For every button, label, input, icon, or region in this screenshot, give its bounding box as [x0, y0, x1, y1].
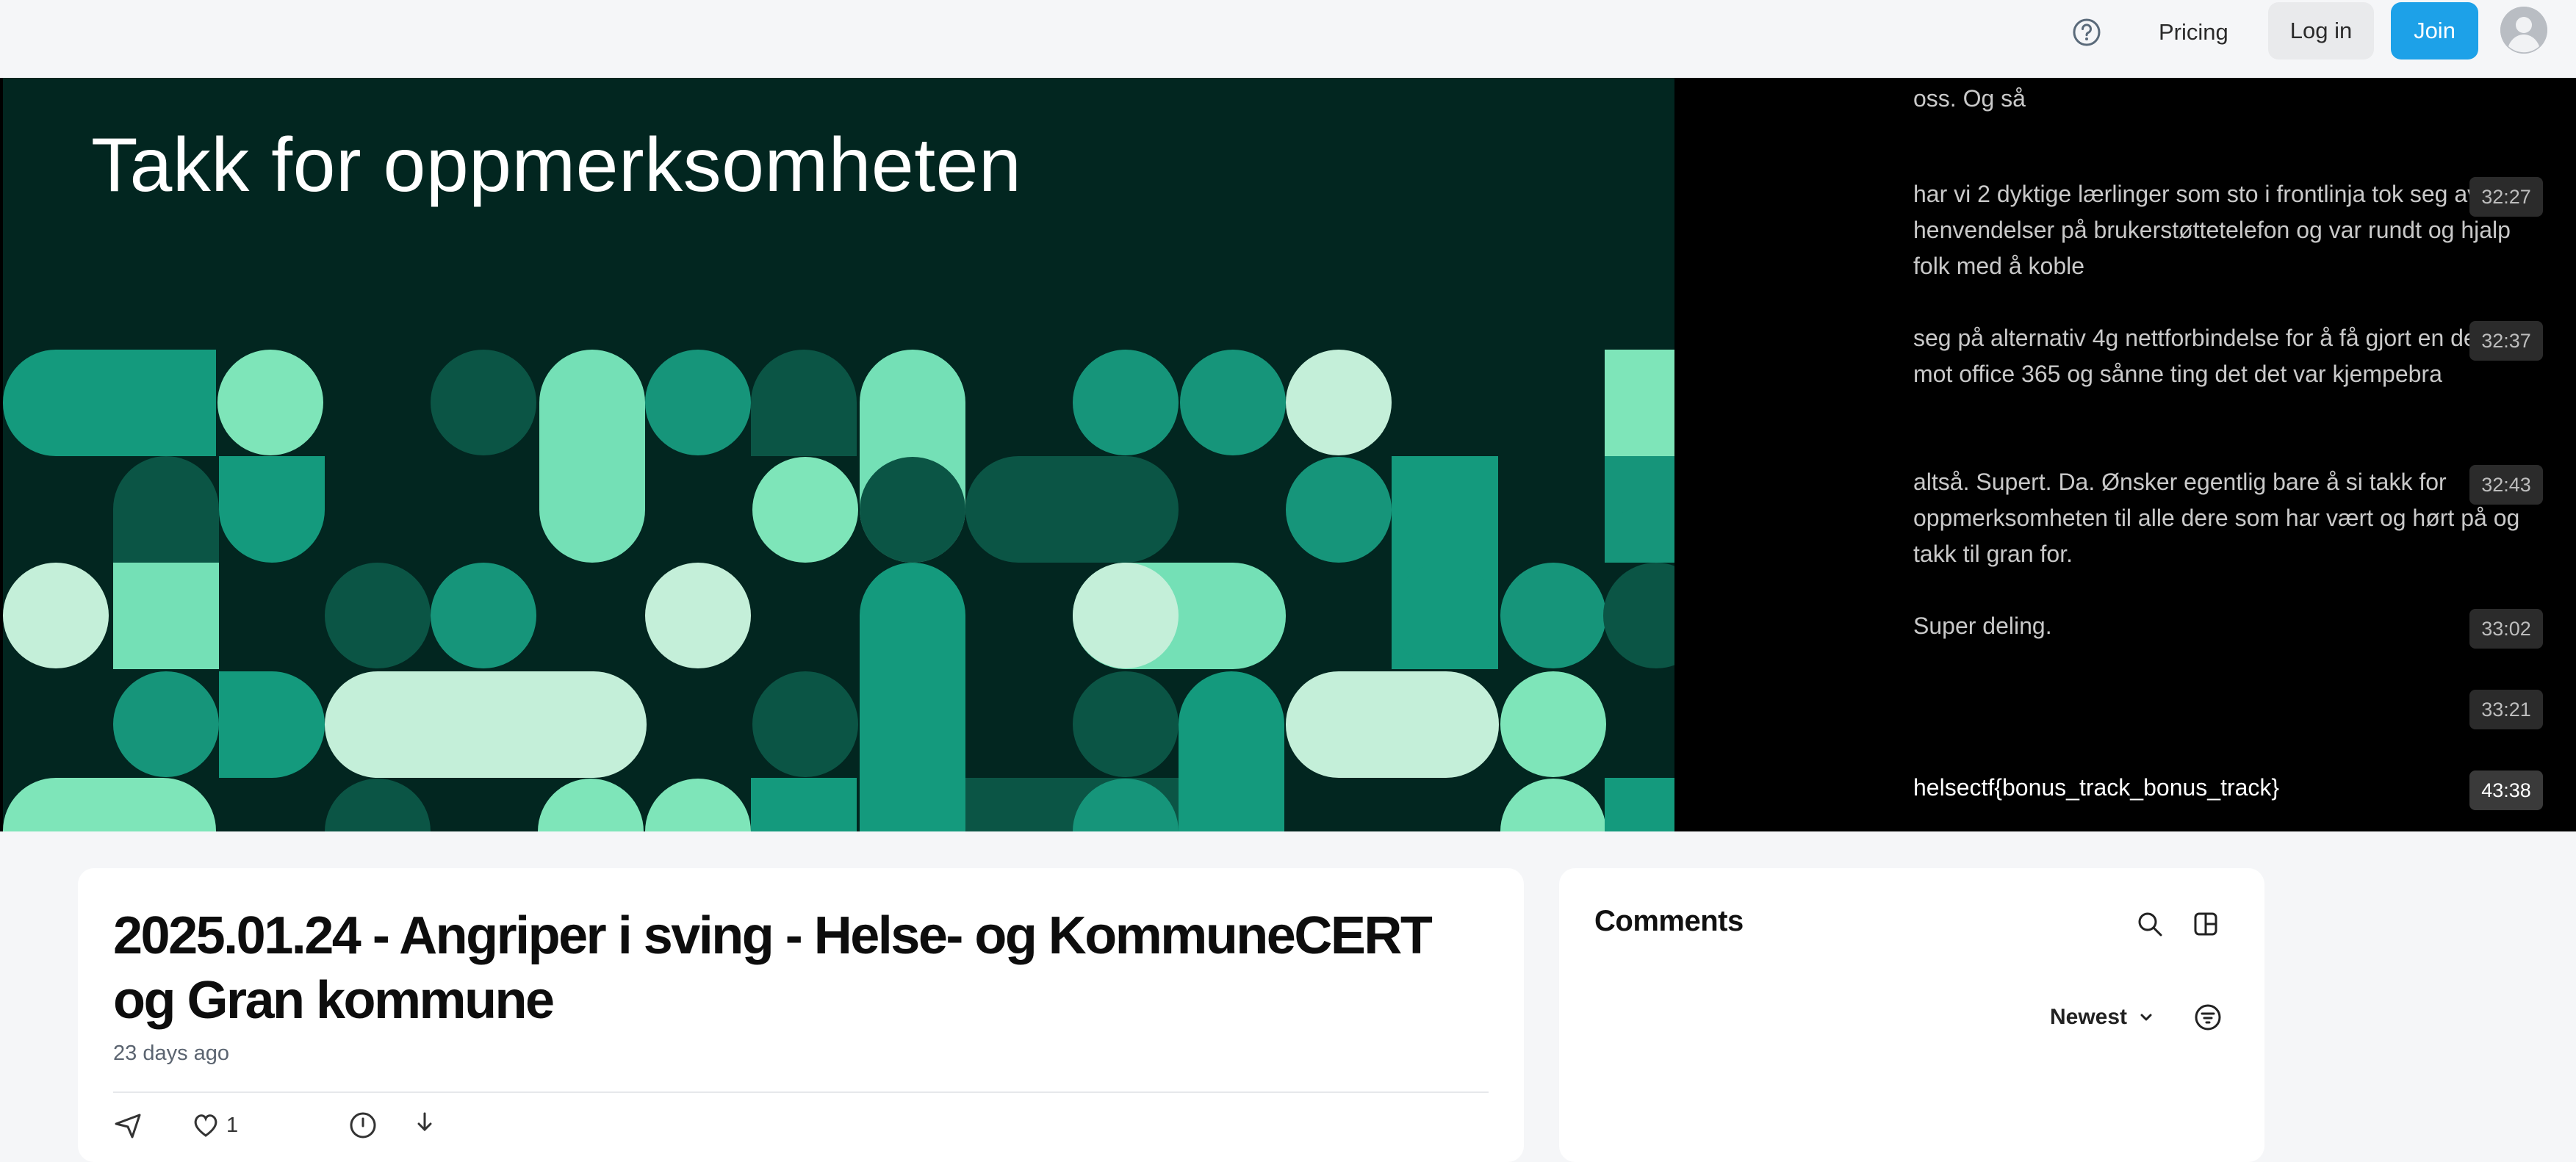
sort-label: Newest: [2050, 1005, 2128, 1029]
transcript-text-active[interactable]: helsectf{bonus_track_bonus_track}: [1913, 770, 2534, 806]
video-info-card: 2025.01.24 - Angriper i sving - Helse- o…: [78, 868, 1524, 1162]
clock-icon: [350, 1112, 376, 1138]
transcript-text[interactable]: Super deling.: [1913, 608, 2534, 644]
transcript-text[interactable]: altså. Supert. Da. Ønsker egentlig bare …: [1913, 464, 2534, 572]
presentation-slide: Takk for oppmerksomheten: [3, 78, 1674, 831]
transcript-timestamp[interactable]: 32:27: [2469, 177, 2543, 217]
heart-icon: [194, 1114, 217, 1137]
like-count: 1: [226, 1113, 239, 1137]
transcript-timestamp[interactable]: 33:02: [2469, 609, 2543, 649]
top-nav: Pricing Log in Join: [0, 0, 2576, 78]
transcript-panel: oss. Og så har vi 2 dyktige lærlinger so…: [1674, 78, 2576, 831]
download-button[interactable]: [410, 1111, 439, 1140]
transcript-timestamp-active[interactable]: 43:38: [2469, 771, 2543, 810]
pricing-link[interactable]: Pricing: [2145, 6, 2242, 59]
like-button[interactable]: 1: [191, 1111, 238, 1140]
divider: [113, 1091, 1489, 1093]
avatar[interactable]: [2500, 7, 2547, 54]
comments-panel: Comments Newest: [1559, 868, 2264, 1162]
transcript-timestamp[interactable]: 32:43: [2469, 465, 2543, 505]
filter-button[interactable]: [2191, 1000, 2225, 1034]
transcript-timestamp[interactable]: 33:21: [2469, 690, 2543, 729]
comments-title: Comments: [1594, 905, 1744, 937]
slide-title: Takk for oppmerksomheten: [91, 123, 1022, 208]
join-button[interactable]: Join: [2391, 2, 2478, 59]
transcript-text[interactable]: oss. Og så: [1913, 81, 2534, 117]
search-icon: [2138, 912, 2162, 937]
transcript-text[interactable]: har vi 2 dyktige lærlinger som sto i fro…: [1913, 176, 2534, 284]
layout-toggle-button[interactable]: [2190, 908, 2222, 940]
video-title: 2025.01.24 - Angriper i sving - Helse- o…: [113, 906, 1433, 1030]
send-icon: [115, 1114, 141, 1138]
chevron-down-icon: [2140, 1014, 2152, 1021]
share-button[interactable]: [113, 1111, 143, 1140]
transcript-text[interactable]: seg på alternativ 4g nettforbindelse for…: [1913, 320, 2534, 392]
question-circle-icon: [2073, 18, 2101, 46]
posted-date: 23 days ago: [113, 1042, 230, 1065]
transcript-timestamp[interactable]: 32:37: [2469, 321, 2543, 361]
login-button[interactable]: Log in: [2268, 2, 2374, 59]
panel-layout-icon: [2194, 912, 2217, 936]
sort-dropdown[interactable]: Newest: [2050, 1005, 2155, 1030]
search-comments-button[interactable]: [2134, 908, 2166, 940]
download-icon: [417, 1112, 432, 1132]
video-player[interactable]: Takk for oppmerksomheten oss. Og så har …: [0, 78, 2576, 831]
filter-icon: [2195, 1004, 2221, 1031]
help-button[interactable]: [2069, 15, 2104, 50]
user-icon: [2500, 7, 2547, 54]
info-button[interactable]: [348, 1111, 378, 1140]
